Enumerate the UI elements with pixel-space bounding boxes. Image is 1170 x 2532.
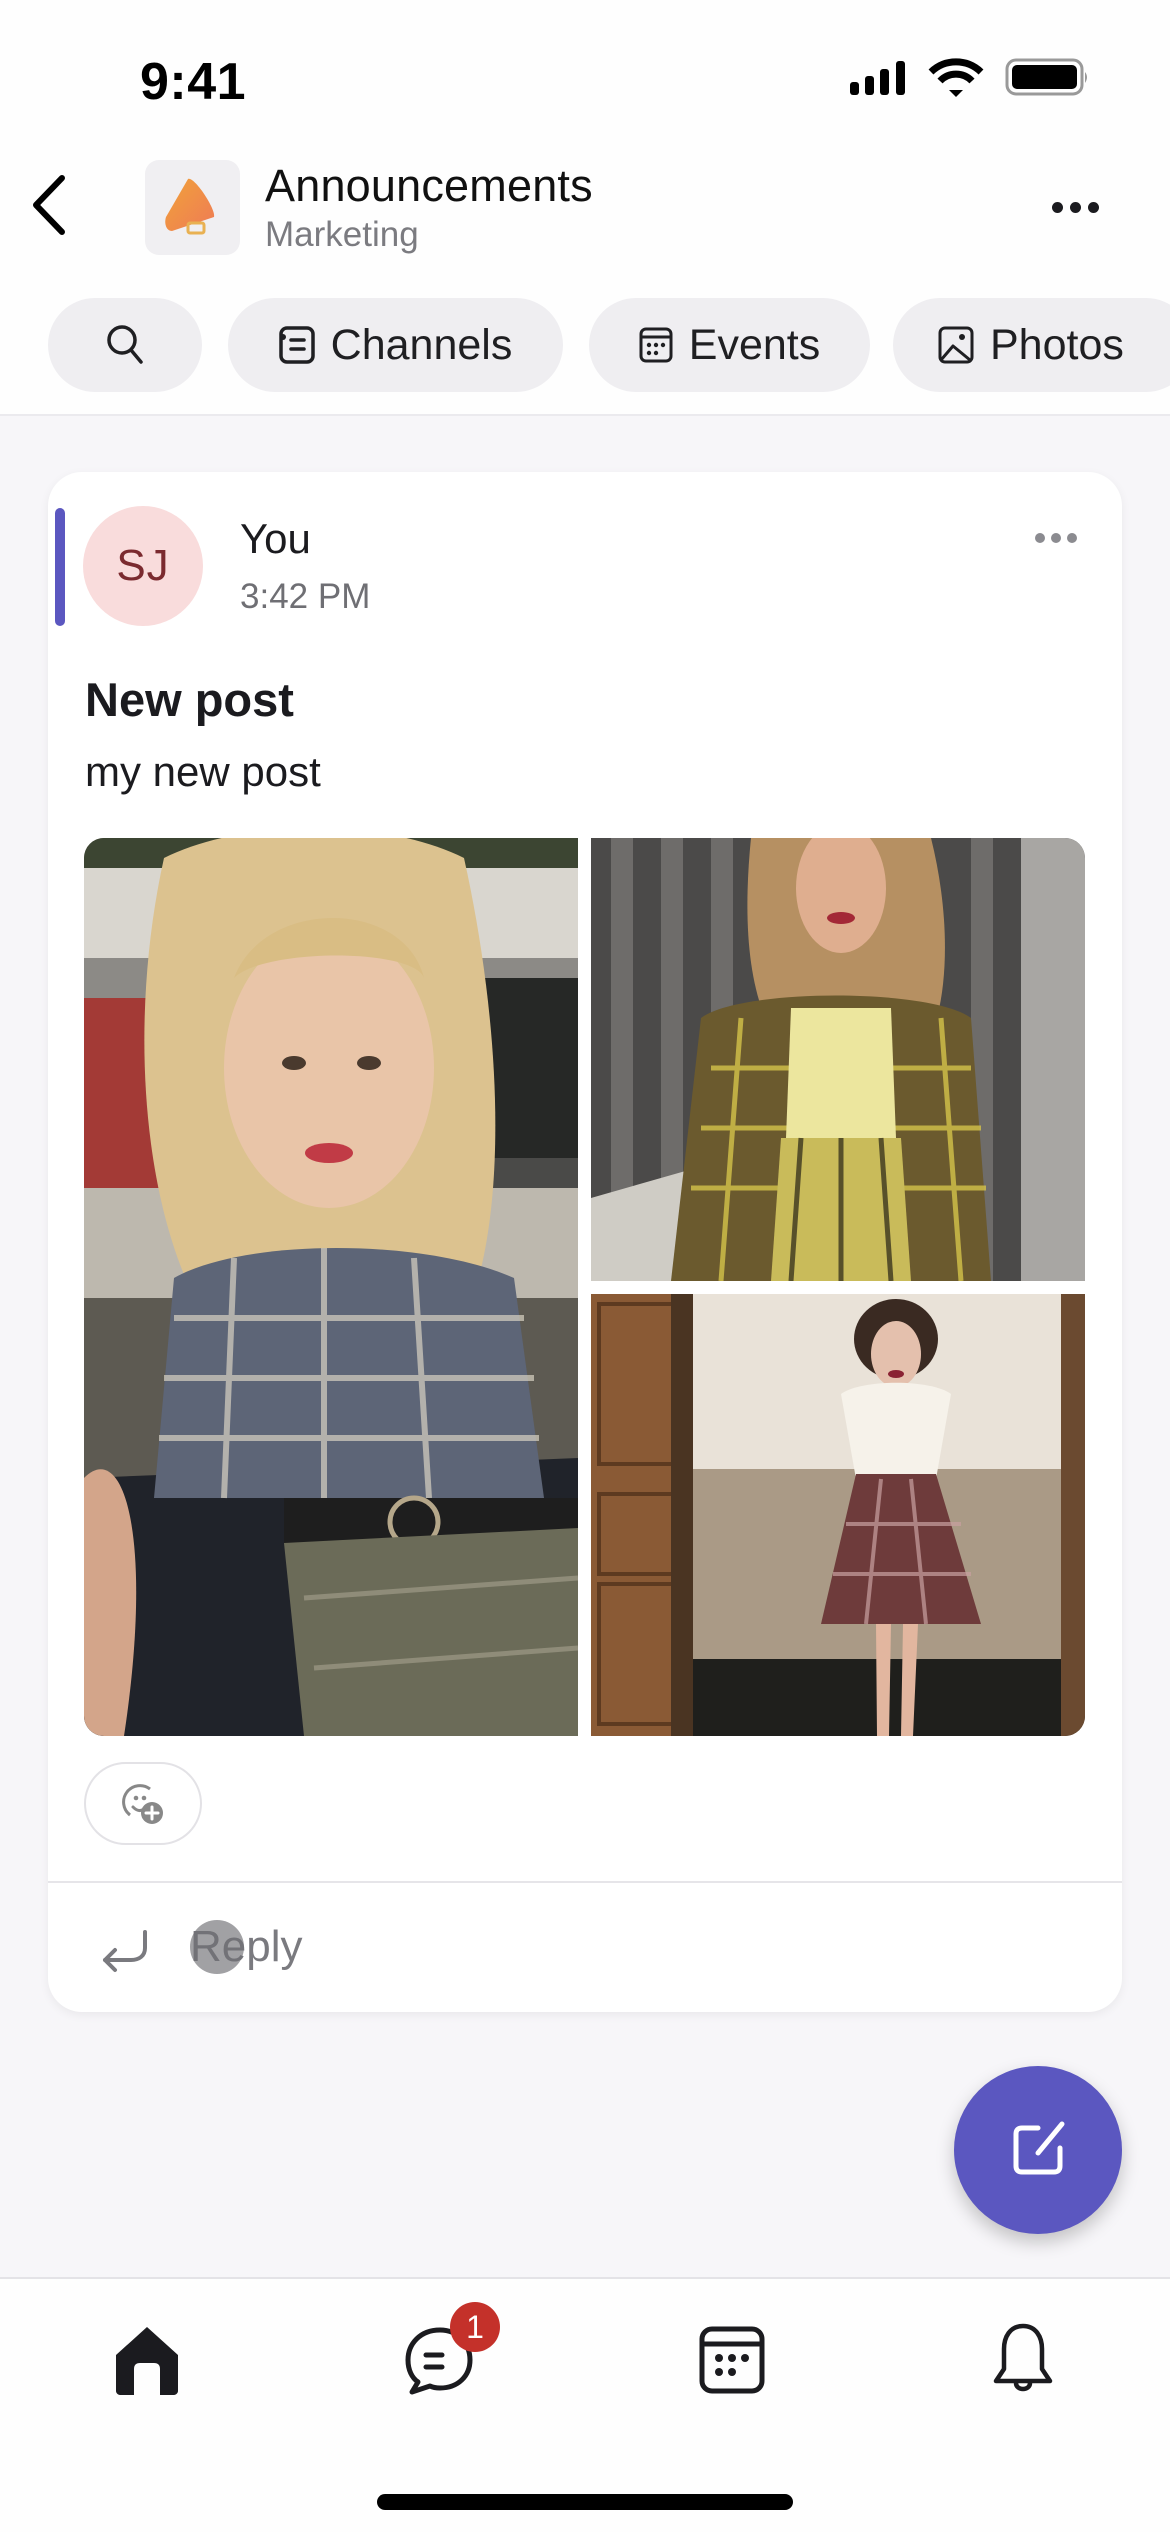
search-button[interactable] bbox=[48, 298, 202, 392]
unread-accent-bar bbox=[55, 508, 65, 626]
post-photo-1[interactable] bbox=[84, 838, 578, 1736]
reply-icon[interactable] bbox=[95, 1920, 155, 1980]
post-timestamp: 3:42 PM bbox=[240, 577, 371, 616]
more-horizontal-icon bbox=[1051, 202, 1063, 213]
more-horizontal-icon bbox=[1035, 533, 1045, 543]
status-icons bbox=[850, 58, 1090, 98]
calendar-icon bbox=[699, 2326, 765, 2394]
author-avatar[interactable]: SJ bbox=[83, 506, 203, 626]
channels-pill-label: Channels bbox=[330, 320, 513, 369]
channels-list-icon bbox=[278, 326, 315, 364]
add-reaction-button[interactable] bbox=[84, 1762, 202, 1845]
status-time: 9:41 bbox=[140, 53, 247, 111]
card-divider bbox=[48, 1881, 1122, 1883]
channel-subtitle: Marketing bbox=[265, 215, 419, 254]
events-pill-label: Events bbox=[688, 320, 821, 369]
add-reaction-icon bbox=[122, 1783, 163, 1824]
wifi-icon bbox=[928, 58, 984, 97]
photos-pill[interactable]: Photos bbox=[893, 298, 1170, 392]
nav-notifications[interactable] bbox=[973, 2315, 1073, 2405]
post-photo-3[interactable] bbox=[591, 1294, 1085, 1736]
author-name: You bbox=[240, 515, 311, 562]
events-pill[interactable]: Events bbox=[589, 298, 870, 392]
battery-icon bbox=[1005, 58, 1087, 96]
post-photo-2[interactable] bbox=[591, 838, 1085, 1281]
calendar-icon bbox=[639, 327, 673, 363]
touch-indicator bbox=[190, 1920, 244, 1974]
bell-icon bbox=[993, 2323, 1053, 2392]
unread-badge: 1 bbox=[450, 2302, 500, 2352]
more-options-button[interactable] bbox=[1040, 190, 1110, 225]
avatar-initials: SJ bbox=[116, 541, 170, 590]
channel-avatar[interactable] bbox=[145, 160, 240, 255]
nav-calendar[interactable] bbox=[682, 2315, 782, 2405]
chevron-left-icon bbox=[33, 175, 65, 235]
compose-icon bbox=[1013, 2121, 1065, 2175]
channels-pill[interactable]: Channels bbox=[228, 298, 563, 392]
nav-home[interactable] bbox=[97, 2315, 197, 2405]
megaphone-icon bbox=[164, 178, 214, 234]
post-title: New post bbox=[85, 673, 294, 726]
home-indicator bbox=[377, 2494, 793, 2510]
cellular-signal-icon bbox=[850, 61, 905, 95]
compose-button[interactable] bbox=[954, 2066, 1122, 2234]
search-icon bbox=[107, 325, 143, 364]
image-icon bbox=[938, 326, 974, 364]
back-button[interactable] bbox=[18, 170, 78, 240]
home-icon bbox=[116, 2327, 178, 2395]
post-more-button[interactable] bbox=[1032, 528, 1080, 548]
photos-pill-label: Photos bbox=[990, 320, 1124, 369]
post-body: my new post bbox=[85, 748, 321, 795]
channel-title: Announcements bbox=[265, 160, 593, 211]
